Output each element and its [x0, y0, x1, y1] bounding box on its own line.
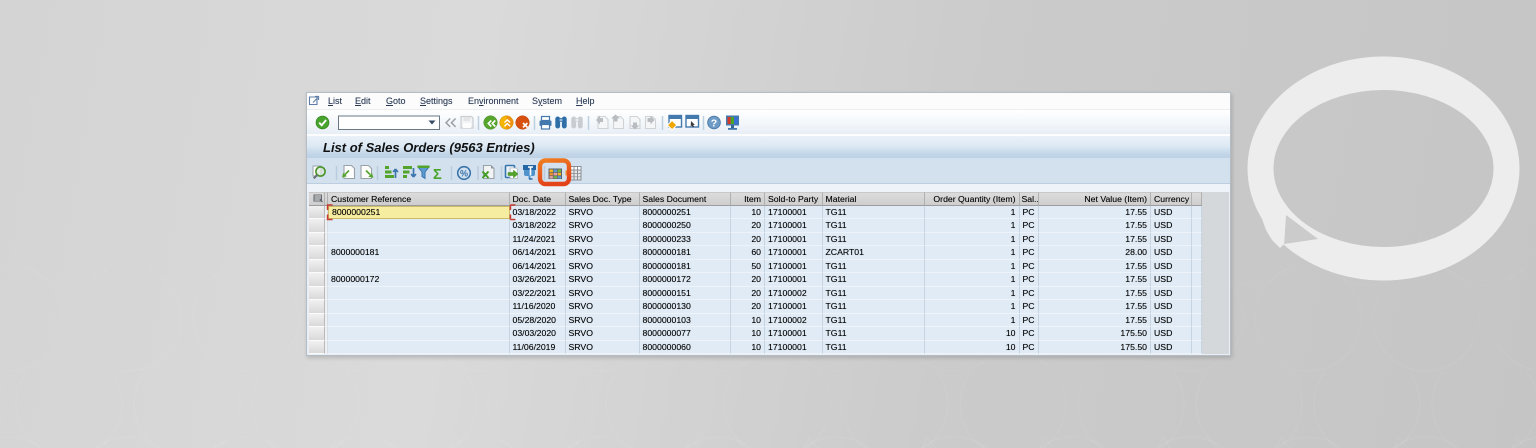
- svg-text:?: ?: [711, 117, 717, 129]
- svg-text:Σ: Σ: [433, 167, 442, 183]
- svg-text:%: %: [460, 168, 468, 178]
